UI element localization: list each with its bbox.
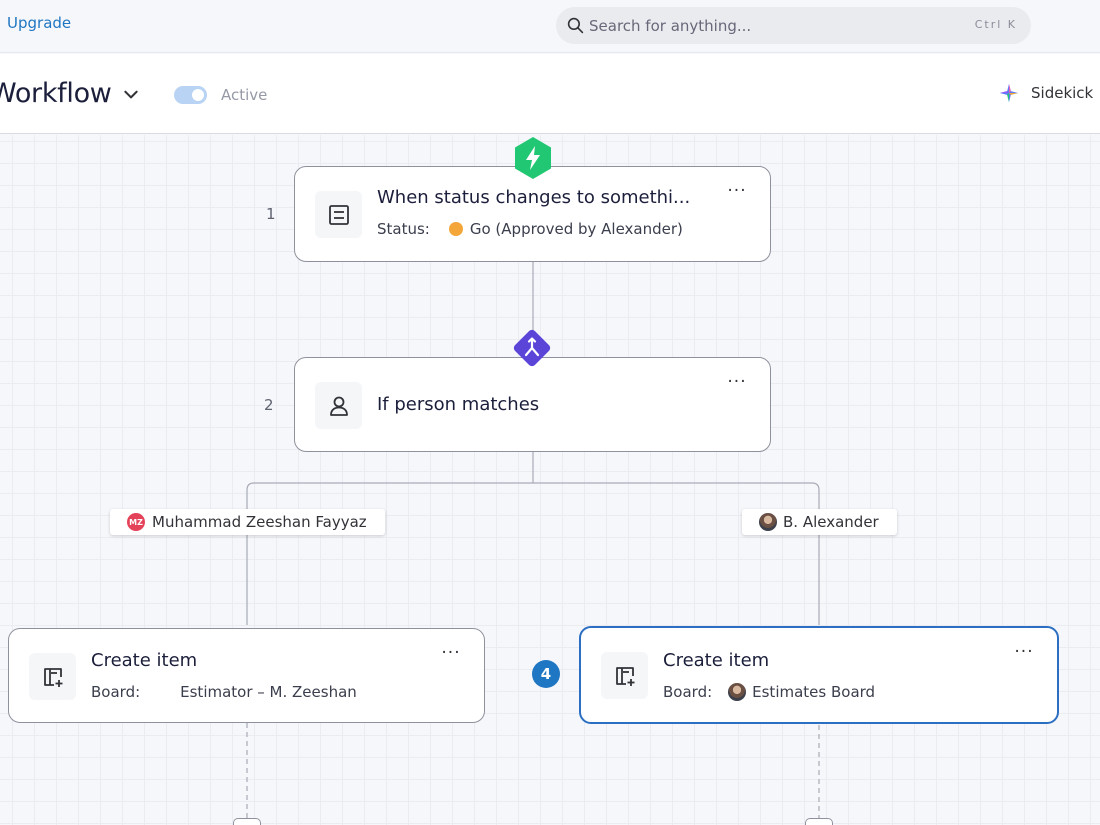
- trigger-node[interactable]: When status changes to somethi... Status…: [294, 166, 771, 262]
- action-board: Board: Estimates Board: [663, 683, 875, 701]
- action-icon-box: [29, 653, 76, 700]
- action-node[interactable]: Create item Board: Estimator – M. Zeesha…: [8, 628, 485, 723]
- status-label: Status:: [377, 220, 430, 238]
- search-input[interactable]: [589, 7, 949, 44]
- more-options-button[interactable]: ···: [726, 374, 748, 394]
- board-avatar: [728, 683, 747, 701]
- workflow-canvas[interactable]: 1 When status changes to somethi... Stat…: [0, 135, 1100, 825]
- step-number: 1: [266, 205, 276, 223]
- chevron-down-icon: [123, 90, 138, 98]
- workflow-title-dropdown[interactable]: Workflow: [0, 78, 140, 109]
- avatar: MZ: [127, 513, 145, 531]
- avatar: [759, 513, 777, 531]
- active-toggle[interactable]: [174, 86, 207, 104]
- search-shortcut-hint: Ctrl K: [974, 18, 1017, 31]
- page-title: Workflow: [0, 78, 112, 109]
- branch-person-name: Muhammad Zeeshan Fayyaz: [152, 513, 367, 531]
- add-step-placeholder[interactable]: [805, 818, 833, 825]
- status-value: Go (Approved by Alexander): [469, 220, 683, 238]
- status-color-dot: [448, 222, 463, 236]
- condition-icon-box: [315, 382, 362, 429]
- branch-person-name: B. Alexander: [783, 513, 879, 531]
- sidekick-button[interactable]: Sidekick: [998, 82, 1093, 104]
- more-options-button[interactable]: ···: [440, 645, 462, 665]
- sidekick-label: Sidekick: [1031, 84, 1094, 102]
- top-bar: Upgrade Ctrl K: [0, 0, 1100, 53]
- create-item-icon: [615, 666, 634, 686]
- condition-title: If person matches: [377, 394, 540, 415]
- action-board: Board: Estimator – M. Zeeshan: [91, 683, 357, 701]
- action-title: Create item: [91, 650, 198, 671]
- trigger-title: When status changes to somethi...: [377, 187, 691, 208]
- board-value: Estimator – M. Zeeshan: [180, 683, 357, 701]
- branch-person-tag[interactable]: B. Alexander: [742, 509, 897, 535]
- action-title: Create item: [663, 650, 770, 671]
- board-label: Board:: [663, 683, 713, 701]
- branch-person-tag[interactable]: MZ Muhammad Zeeshan Fayyaz: [110, 509, 385, 535]
- upgrade-link[interactable]: Upgrade: [7, 14, 71, 32]
- person-icon: [329, 396, 348, 416]
- active-label: Active: [221, 86, 268, 104]
- lightning-icon: [515, 137, 551, 179]
- action-icon-box: [601, 652, 648, 699]
- sparkle-icon: [999, 83, 1019, 103]
- toggle-knob: [192, 89, 204, 101]
- condition-node[interactable]: If person matches ···: [294, 357, 771, 452]
- step-number: 2: [264, 396, 274, 414]
- step-number-badge: 4: [532, 660, 560, 688]
- board-value: Estimates Board: [752, 683, 876, 701]
- workflow-header: Workflow Active Sidekick: [0, 54, 1100, 134]
- board-label: Board:: [91, 683, 141, 701]
- more-options-button[interactable]: ···: [726, 183, 748, 203]
- action-node-selected[interactable]: Create item Board: Estimates Board ···: [579, 626, 1059, 724]
- table-icon: [328, 204, 349, 225]
- add-step-placeholder[interactable]: [233, 818, 261, 825]
- search-icon: [567, 17, 584, 34]
- trigger-condition: Status: Go (Approved by Alexander): [377, 220, 683, 238]
- search-bar[interactable]: Ctrl K: [556, 7, 1031, 44]
- create-item-icon: [43, 667, 62, 687]
- trigger-icon-box: [315, 191, 362, 238]
- branch-icon: [513, 329, 551, 367]
- more-options-button[interactable]: ···: [1013, 644, 1035, 664]
